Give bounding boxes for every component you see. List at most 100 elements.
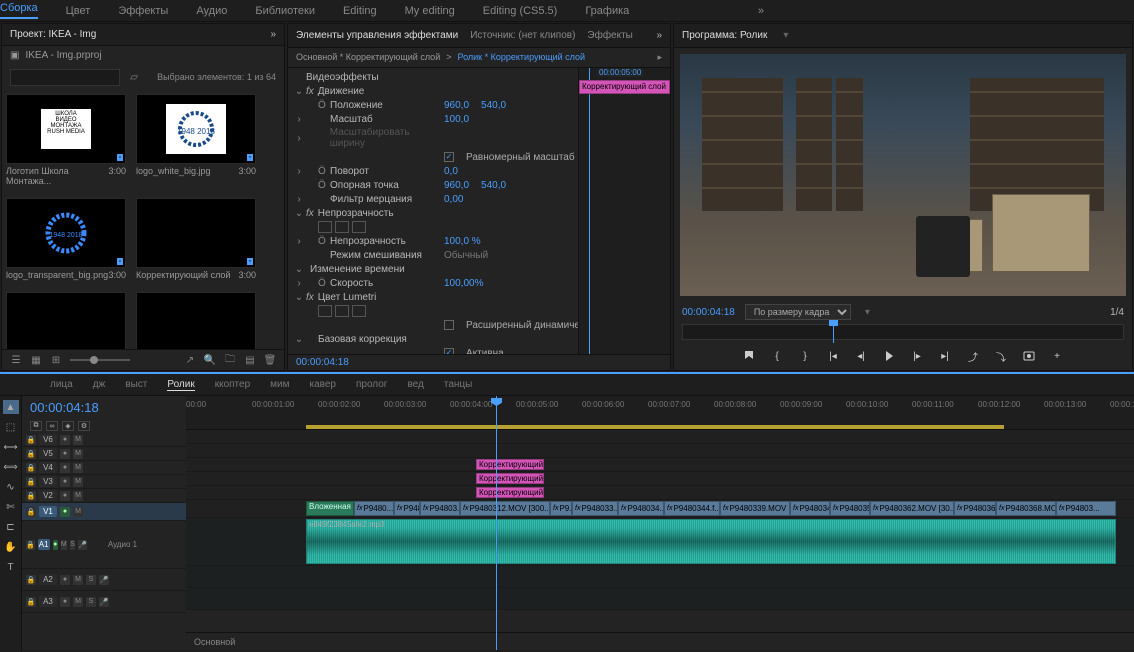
step-forward-button[interactable]: |▸ [909,348,925,364]
clip[interactable]: fx P9480... [354,501,394,516]
search-input[interactable] [10,69,120,86]
lift-button[interactable]: ⤴ [965,348,981,364]
mask-shapes[interactable] [318,221,366,233]
track-header[interactable]: 🔒A2●MS🎤 [22,569,186,591]
sequence-tab[interactable]: выст [125,379,147,390]
clip[interactable]: fx P9480339.MOV [... [720,501,790,516]
lock-toggle[interactable]: 🔒 [26,507,36,517]
overflow-menu-icon[interactable]: » [758,5,764,17]
track-lane[interactable] [186,566,1134,588]
extract-button[interactable]: ⤵ [993,348,1009,364]
ws-tab[interactable]: Editing (CS5.5) [483,5,558,17]
clip[interactable]: fx P9480368.MO... [996,501,1056,516]
ws-tab[interactable]: My editing [405,5,455,17]
mini-clip[interactable]: Корректирующий слой [579,80,670,94]
zoom-slider[interactable] [70,359,130,361]
program-timecode[interactable]: 00:00:04:18 [682,307,735,318]
property-value[interactable]: 540,0 [481,180,506,191]
track-header[interactable]: 🔒V1●M [22,503,186,521]
mute-toggle[interactable]: M [73,507,83,517]
track-target[interactable]: V4 [39,462,57,473]
voice-over-toggle[interactable]: 🎤 [78,540,87,550]
twirl-icon[interactable]: › [294,133,304,144]
program-video-view[interactable] [680,54,1126,296]
clip[interactable]: fx P9480362.MOV [30... [870,501,954,516]
ws-tab[interactable]: Цвет [66,5,91,17]
track-target[interactable]: A2 [39,574,57,585]
mute-toggle[interactable]: M [73,491,83,501]
clip[interactable]: Вложенная [306,501,354,516]
new-bin-icon[interactable]: 🗀 [224,354,236,366]
rate-tool[interactable]: ∿ [3,480,19,494]
twirl-icon[interactable]: › [294,278,304,289]
clip[interactable]: fx P948033... [572,501,618,516]
mute-toggle[interactable]: M [73,435,83,445]
hand-tool[interactable]: ✋ [3,540,19,554]
voice-over-toggle[interactable]: 🎤 [99,575,109,585]
sync-lock-toggle[interactable]: ● [60,491,70,501]
playhead[interactable] [496,396,497,650]
twirl-icon[interactable]: ⌄ [294,292,304,303]
solo-toggle[interactable]: S [70,540,75,550]
mute-toggle[interactable]: M [73,597,83,607]
marker-toggle[interactable]: ◈ [62,421,74,431]
property-label[interactable]: Опорная точка [330,180,399,191]
add-marker-button[interactable] [741,348,757,364]
lock-toggle[interactable]: 🔒 [26,491,36,501]
property-label[interactable]: Положение [330,100,383,111]
clip[interactable]: fx P948... [394,501,420,516]
trash-icon[interactable]: 🗑 [264,354,276,366]
mark-out-button[interactable]: } [797,348,813,364]
sync-lock-toggle[interactable]: ● [60,597,70,607]
clip[interactable]: fx P9480312.MOV [300... [460,501,550,516]
clip[interactable]: e849f23845afe2.mp3 [306,519,1116,564]
property-value[interactable]: 540,0 [481,100,506,111]
sequence-tab[interactable]: вед [407,379,423,390]
list-view-icon[interactable]: ☰ [10,354,22,366]
track-target[interactable]: V1 [39,506,57,517]
clip[interactable]: fx P948035... [830,501,870,516]
property-value[interactable]: 100,0 % [444,236,481,247]
sync-lock-toggle[interactable]: ● [60,435,70,445]
clip[interactable]: Корректирующий с [476,459,544,470]
lock-toggle[interactable]: 🔒 [26,575,36,585]
ws-tab[interactable]: Эффекты [118,5,168,17]
track-target[interactable]: A3 [39,596,57,607]
solo-toggle[interactable]: S [86,575,96,585]
chevron-down-icon[interactable]: ▾ [865,307,870,318]
sequence-tab[interactable]: мим [270,379,289,390]
project-item[interactable]: ▫Корректирующий слой3:00 [6,292,126,349]
ws-tab[interactable]: Графика [585,5,629,17]
twirl-icon[interactable]: ⌄ [294,208,304,219]
track-target[interactable]: V6 [39,434,57,445]
project-tab[interactable]: Проект: IKEA - Img [10,29,96,40]
track-target[interactable]: V3 [39,476,57,487]
timeline-tracks[interactable]: Корректирующий сКорректирующий сКорректи… [186,430,1134,632]
property-label[interactable]: Непрозрачность [330,236,406,247]
property-label[interactable]: Масштаб [330,114,373,125]
effect-name[interactable]: Цвет Lumetri [318,292,377,303]
track-target[interactable]: V5 [39,448,57,459]
solo-toggle[interactable]: S [86,597,96,607]
track-lane[interactable]: e849f23845afe2.mp3 [186,518,1134,566]
fx-badge[interactable]: fx [306,208,314,219]
twirl-icon[interactable]: › [294,194,304,205]
master-clip-label[interactable]: Основной * Корректирующий слой [296,52,440,63]
mark-in-button[interactable]: { [769,348,785,364]
project-item[interactable]: 1948 2018▫logo_white_big.jpg3:00 [136,94,256,188]
track-header[interactable]: 🔒A3●MS🎤 [22,591,186,613]
sync-lock-toggle[interactable]: ● [60,463,70,473]
project-item[interactable]: ШКОЛАВИДЕОМОНТАЖАRUSH MEDIA▫Логотип Школ… [6,94,126,188]
clip[interactable]: fx P9... [550,501,572,516]
button-editor-icon[interactable]: + [1049,348,1065,364]
property-value[interactable]: Обычный [444,250,488,261]
twirl-icon[interactable]: ⌄ [294,264,304,275]
sequence-tab[interactable]: пролог [356,379,387,390]
go-to-in-button[interactable]: |◂ [825,348,841,364]
export-frame-button[interactable] [1021,348,1037,364]
track-header[interactable]: 🔒V4●M [22,461,186,475]
settings-toggle[interactable]: ⚙ [78,421,90,431]
fx-badge[interactable]: fx [306,86,314,97]
clip[interactable]: fx P948034... [790,501,830,516]
lock-toggle[interactable]: 🔒 [26,449,36,459]
